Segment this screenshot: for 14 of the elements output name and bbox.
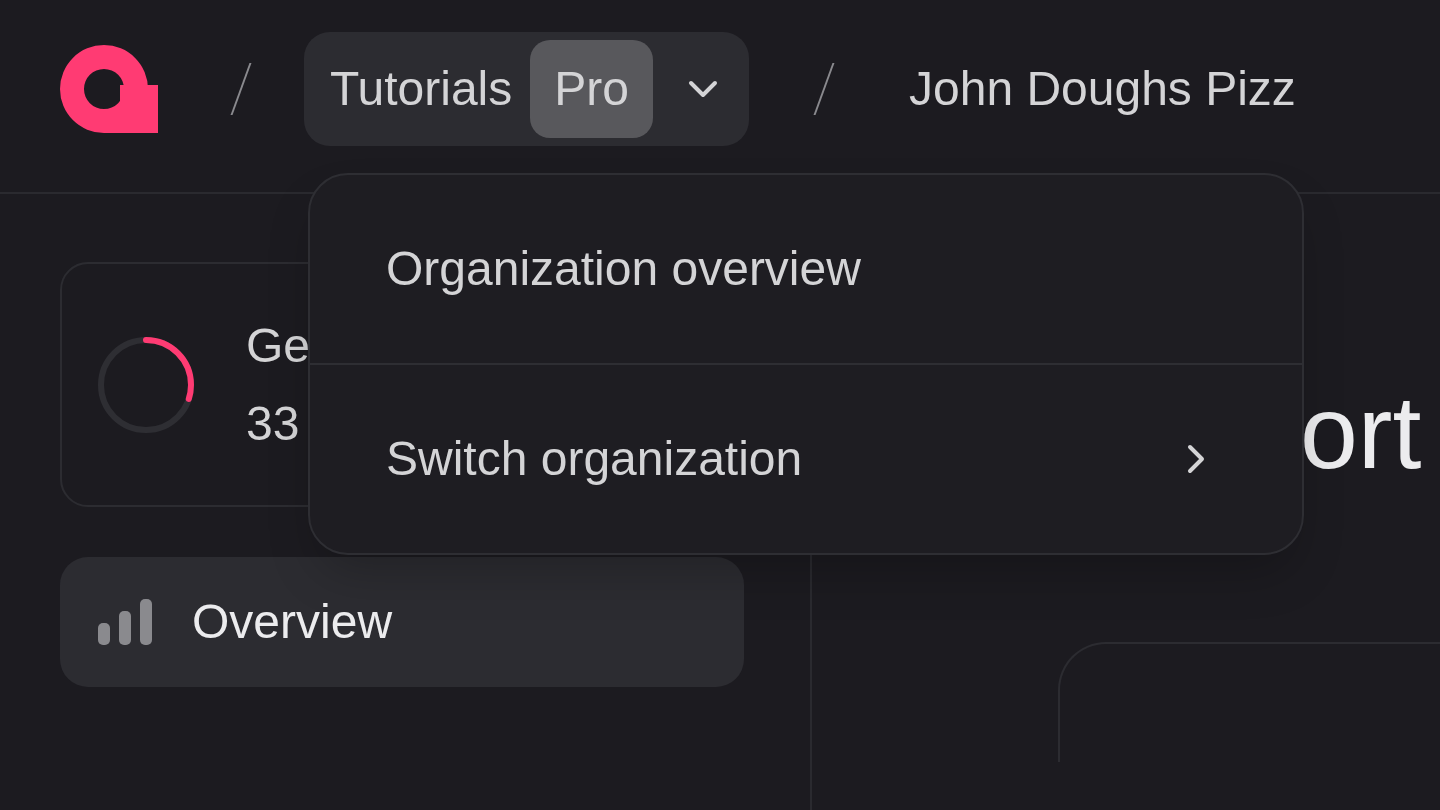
nav-item[interactable]: Overview — [60, 557, 744, 687]
page-heading: ort — [1300, 380, 1423, 484]
chevron-right-icon — [1186, 443, 1206, 475]
card-title: Ge — [246, 317, 311, 374]
organization-name: Tutorials — [330, 61, 513, 117]
card-count: 33 — [246, 395, 301, 452]
chevron-down-icon — [687, 79, 719, 99]
menu-item[interactable]: Organization overview — [310, 175, 1302, 363]
project-name[interactable]: John Doughs Pizz — [909, 53, 1296, 125]
organization-switcher[interactable]: Tutorials Pro — [304, 32, 749, 146]
menu-item[interactable]: Switch organization — [310, 363, 1302, 553]
logo-icon[interactable] — [60, 45, 158, 133]
bar-chart-icon — [98, 599, 152, 645]
plan-badge: Pro — [530, 40, 653, 138]
